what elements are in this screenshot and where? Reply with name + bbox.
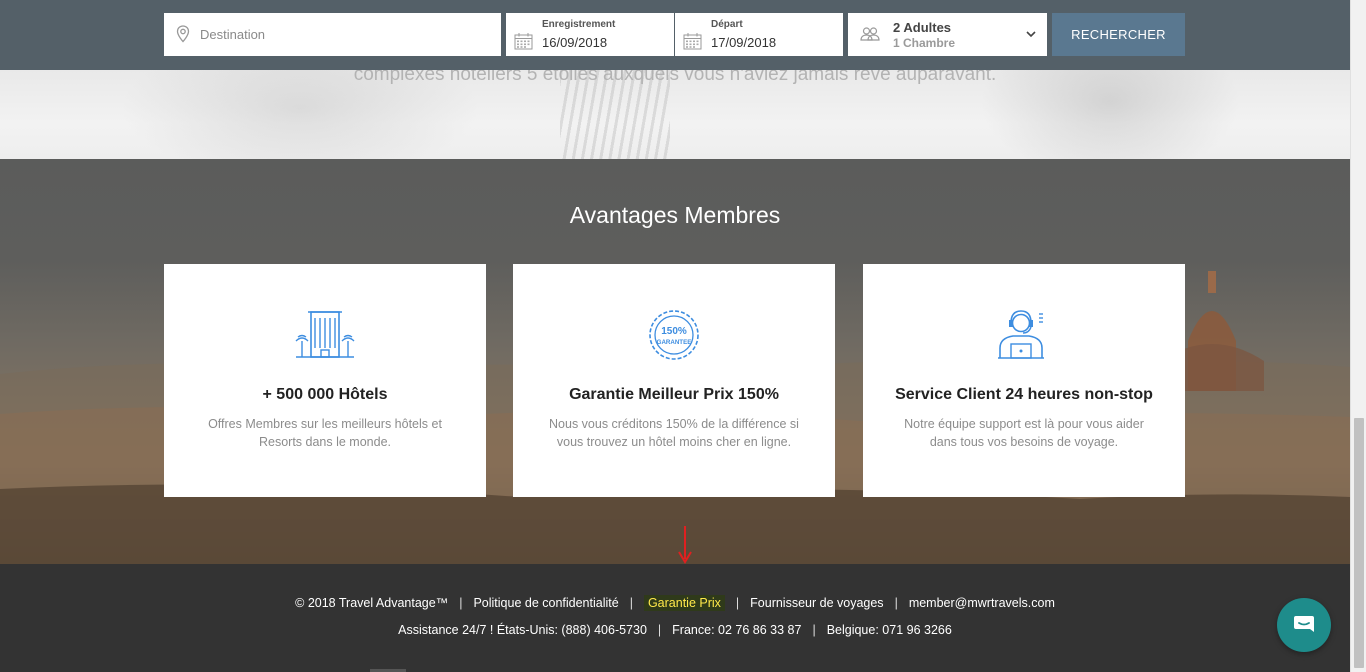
footer-separator: | [735, 596, 740, 610]
benefit-title: + 500 000 Hôtels [262, 386, 388, 403]
footer-separator: | [657, 623, 662, 637]
member-benefits-section: Avantages Membres + 500 000 Hôtels Offre… [0, 159, 1350, 564]
footer-link-price-guarantee[interactable]: Garantie Prix [643, 595, 725, 611]
checkout-field[interactable]: Départ 17/09/2018 [675, 13, 843, 56]
calendar-icon [683, 33, 702, 55]
benefit-text: Notre équipe support est là pour vous ai… [904, 417, 1144, 449]
footer: © 2018 Travel Advantage™ | Politique de co… [0, 564, 1350, 672]
search-button[interactable]: RECHERCHER [1052, 13, 1185, 56]
people-icon [860, 25, 880, 48]
checkin-field[interactable]: Enregistrement 16/09/2018 [506, 13, 674, 56]
badge-percent: 150% [661, 326, 687, 337]
benefit-text: Nous vous créditons 150% de la différenc… [549, 417, 799, 449]
footer-link-email[interactable]: member@mwrtravels.com [909, 596, 1055, 610]
badge-label: GARANTEE [657, 339, 692, 346]
chat-bubble-icon [1294, 616, 1314, 632]
footer-assistance: Assistance 24/7 ! États-Unis: (888) 406-… [398, 623, 647, 637]
benefit-card-guarantee: 150% GARANTEE Garantie Meilleur Prix 150… [513, 264, 835, 497]
footer-phone-belgium: Belgique: 071 96 3266 [826, 623, 952, 637]
hero-text: complexes hôteliers 5 étoiles auxquels v… [353, 70, 997, 85]
footer-separator: | [812, 623, 816, 637]
footer-separator: | [459, 596, 463, 610]
footer-contact-row: Assistance 24/7 ! États-Unis: (888) 406-… [0, 623, 1350, 637]
guests-adults: 2 Adultes [893, 20, 952, 35]
hero-section: complexes hôteliers 5 étoiles auxquels v… [0, 70, 1350, 159]
benefit-title: Garantie Meilleur Prix 150% [569, 386, 779, 403]
footer-copyright: © 2018 Travel Advantage™ [295, 596, 449, 610]
page-scrollbar[interactable] [1350, 0, 1366, 672]
red-arrow-annotation [678, 526, 692, 564]
chevron-down-icon [1025, 27, 1037, 45]
benefit-title: Service Client 24 heures non-stop [895, 386, 1153, 403]
checkout-value[interactable]: 17/09/2018 [711, 35, 776, 50]
destination-input[interactable] [200, 13, 490, 56]
footer-separator: | [894, 596, 898, 610]
guests-dropdown[interactable]: 2 Adultes 1 Chambre [848, 13, 1047, 56]
guarantee-badge-icon: 150% GARANTEE [513, 308, 835, 364]
checkin-value[interactable]: 16/09/2018 [542, 35, 607, 50]
footer-link-privacy[interactable]: Politique de confidentialité [473, 596, 618, 610]
destination-field[interactable] [164, 13, 501, 56]
chat-widget-button[interactable] [1277, 598, 1331, 652]
footer-link-suppliers[interactable]: Fournisseur de voyages [750, 596, 883, 610]
footer-phone-france: France: 02 76 86 33 87 [672, 623, 802, 637]
search-bar: Enregistrement 16/09/2018 Départ 17/09/2… [0, 0, 1350, 70]
guests-rooms: 1 Chambre [893, 36, 956, 50]
benefit-card-hotels: + 500 000 Hôtels Offres Membres sur les … [164, 264, 486, 497]
benefit-card-support: Service Client 24 heures non-stop Notre … [863, 264, 1185, 497]
map-pin-icon [176, 25, 190, 48]
hotel-building-icon [164, 308, 486, 364]
benefit-text: Offres Membres sur les meilleurs hôtels … [208, 417, 442, 449]
support-agent-icon [863, 308, 1185, 364]
footer-links-row: © 2018 Travel Advantage™ | Politique de co… [0, 595, 1350, 611]
footer-separator: | [629, 596, 633, 610]
checkout-label: Départ [711, 19, 743, 30]
checkin-label: Enregistrement [542, 19, 616, 30]
calendar-icon [514, 33, 533, 55]
scrollbar-thumb[interactable] [1354, 418, 1364, 668]
benefits-title: Avantages Membres [569, 202, 781, 228]
